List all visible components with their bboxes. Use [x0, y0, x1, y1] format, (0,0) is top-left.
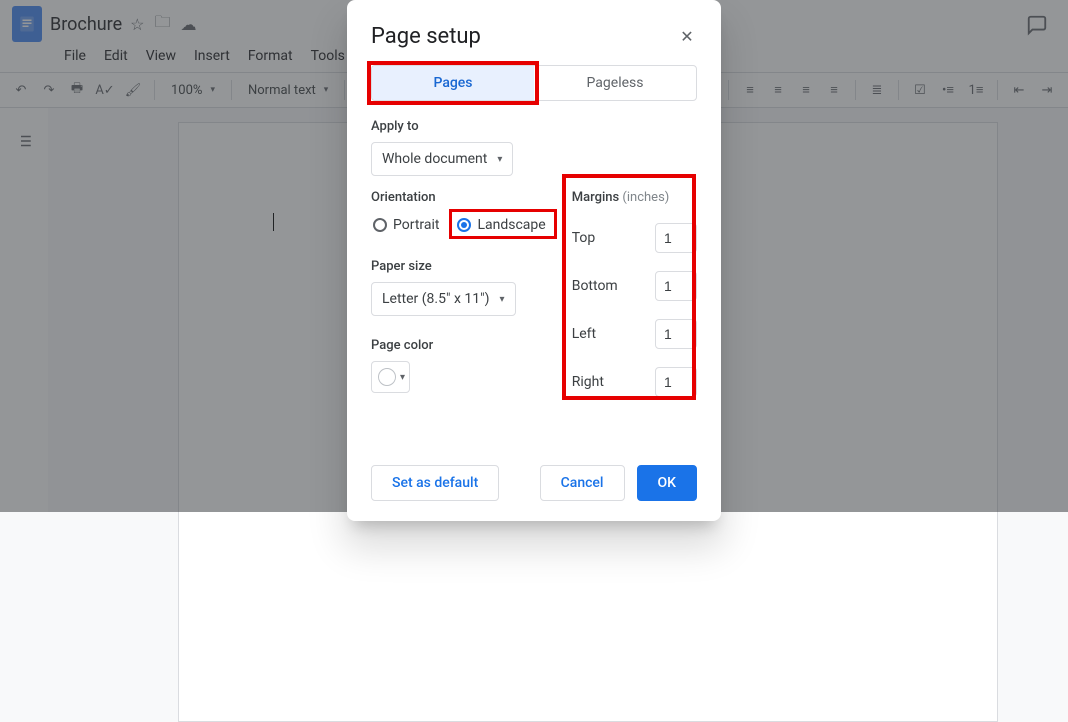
margin-bottom-label: Bottom [572, 278, 618, 294]
paper-size-dropdown[interactable]: Letter (8.5" x 11") [371, 282, 516, 316]
orientation-portrait-radio[interactable]: Portrait [371, 213, 441, 237]
margin-bottom-input[interactable] [655, 271, 697, 301]
tab-pageless[interactable]: Pageless [534, 66, 696, 100]
margin-right-label: Right [572, 374, 604, 390]
orientation-landscape-radio[interactable]: Landscape [455, 213, 547, 237]
page-color-picker[interactable] [371, 361, 410, 393]
tab-pages[interactable]: Pages [372, 66, 534, 100]
margin-top-input[interactable] [655, 223, 697, 253]
landscape-label: Landscape [477, 217, 545, 233]
dialog-title: Page setup [371, 24, 481, 49]
ok-button[interactable]: OK [637, 465, 698, 501]
page-setup-dialog: Page setup ✕ Pages Pageless Apply to Who… [347, 0, 721, 521]
paper-size-label: Paper size [371, 259, 548, 274]
color-swatch-icon [378, 368, 396, 386]
portrait-label: Portrait [393, 217, 439, 233]
set-as-default-button[interactable]: Set as default [371, 465, 499, 501]
page-color-label: Page color [371, 338, 548, 353]
margin-left-input[interactable] [655, 319, 697, 349]
apply-to-dropdown[interactable]: Whole document [371, 142, 513, 176]
margin-right-input[interactable] [655, 367, 697, 397]
margin-left-label: Left [572, 326, 596, 342]
margin-top-label: Top [572, 230, 596, 246]
close-icon[interactable]: ✕ [677, 27, 697, 46]
orientation-label: Orientation [371, 190, 548, 205]
apply-to-label: Apply to [371, 119, 697, 134]
margins-label: Margins (inches) [572, 190, 697, 205]
cancel-button[interactable]: Cancel [540, 465, 625, 501]
